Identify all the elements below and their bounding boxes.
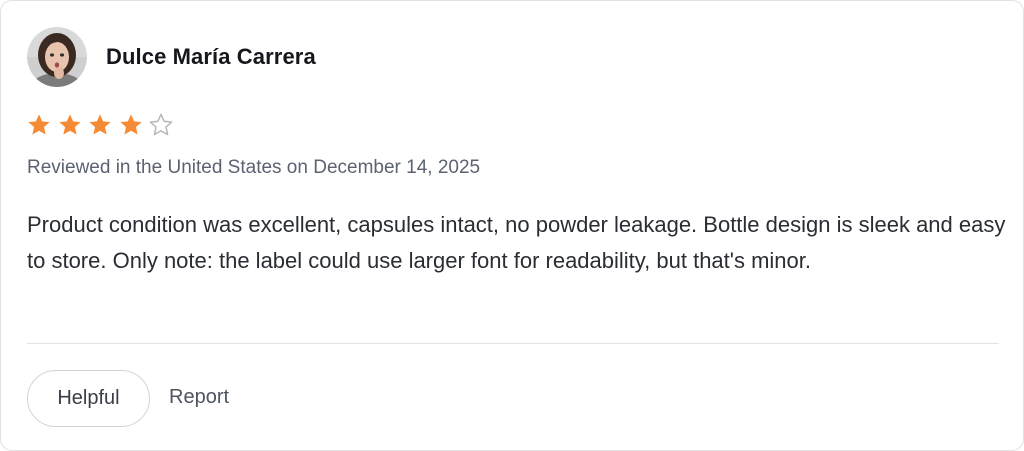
star-filled-icon bbox=[58, 114, 81, 135]
review-meta: Reviewed in the United States on Decembe… bbox=[27, 157, 481, 178]
star-rating bbox=[26, 111, 179, 139]
avatar bbox=[27, 27, 87, 87]
review-header: Dulce María Carrera bbox=[27, 27, 316, 87]
review-body: Product condition was excellent, capsule… bbox=[27, 212, 1006, 273]
star-filled-icon bbox=[119, 114, 142, 135]
reviewer-name: Dulce María Carrera bbox=[106, 44, 316, 69]
helpful-button[interactable]: Helpful bbox=[27, 370, 150, 427]
star-empty-icon bbox=[149, 113, 173, 136]
star-filled-icon bbox=[28, 114, 50, 135]
star-filled-icon bbox=[89, 114, 111, 135]
review-card: Dulce María Carrera Reviewed in the Unit… bbox=[0, 0, 1024, 451]
report-link[interactable]: Report bbox=[169, 386, 229, 409]
divider bbox=[27, 343, 999, 344]
